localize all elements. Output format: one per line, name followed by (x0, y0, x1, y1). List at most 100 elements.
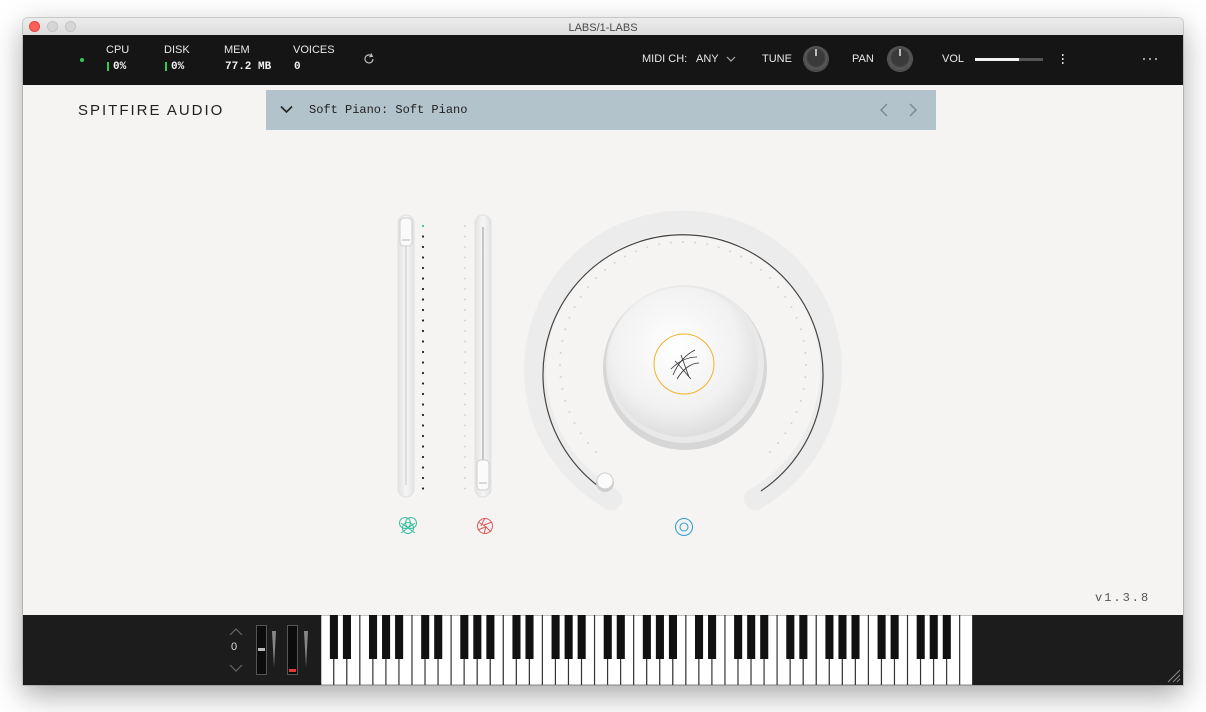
black-key[interactable] (747, 615, 756, 659)
expression-fader[interactable] (464, 214, 492, 498)
scale-dot (421, 434, 425, 438)
black-key[interactable] (395, 615, 404, 659)
black-key[interactable] (564, 615, 573, 659)
scale-dot (464, 340, 466, 343)
dynamics-scale (421, 224, 425, 490)
pitch-wheel-marker (258, 648, 265, 651)
scale-dot (573, 306, 576, 308)
black-key[interactable] (421, 615, 430, 659)
black-key[interactable] (329, 615, 338, 659)
scale-dot (804, 351, 807, 354)
black-key[interactable] (512, 615, 521, 659)
black-key[interactable] (942, 615, 951, 659)
black-key[interactable] (616, 615, 625, 659)
reverb-dial-handle[interactable] (596, 472, 614, 490)
black-key[interactable] (838, 615, 847, 659)
tune-knob-pointer (815, 49, 817, 56)
dynamics-fader-handle[interactable] (399, 217, 413, 247)
black-key[interactable] (577, 615, 586, 659)
scale-dot (784, 295, 787, 298)
scale-dot (760, 268, 762, 271)
dynamics-fader[interactable] (397, 214, 415, 498)
scale-dot (658, 243, 660, 246)
dynamics-icon[interactable] (399, 517, 417, 534)
black-key[interactable] (668, 615, 677, 659)
black-key[interactable] (734, 615, 743, 659)
scale-dot (624, 255, 626, 258)
octave-up-icon[interactable] (229, 627, 243, 636)
scale-dot (421, 371, 425, 375)
black-key[interactable] (708, 615, 717, 659)
scale-dot (464, 277, 466, 280)
scale-dot (421, 319, 425, 322)
black-key[interactable] (799, 615, 808, 659)
black-key[interactable] (525, 615, 534, 659)
white-key[interactable] (959, 615, 973, 685)
volume-slider-fill (975, 58, 1019, 61)
scale-dot (682, 241, 684, 243)
pan-knob[interactable] (888, 47, 912, 71)
black-key[interactable] (551, 615, 560, 659)
octave-down-icon[interactable] (229, 664, 243, 673)
pitch-wheel-indicator-icon (272, 631, 276, 667)
black-key[interactable] (434, 615, 443, 659)
expression-scale (464, 225, 466, 490)
scale-dot (790, 422, 793, 424)
scale-dot (421, 382, 425, 385)
volume-slider[interactable] (975, 58, 1043, 61)
more-icon[interactable] (1142, 57, 1158, 61)
black-key[interactable] (825, 615, 834, 659)
scale-dot (464, 225, 466, 227)
black-key[interactable] (786, 615, 795, 659)
chevron-down-icon[interactable] (726, 56, 736, 63)
black-key[interactable] (929, 615, 938, 659)
tune-knob[interactable] (804, 47, 828, 71)
scale-dot (464, 414, 466, 416)
scale-dot (421, 413, 425, 417)
black-key[interactable] (760, 615, 769, 659)
reverb-dial[interactable] (524, 210, 842, 510)
expression-icon[interactable] (477, 517, 493, 535)
volume-meter-icon (1062, 54, 1064, 64)
keyboard-bar: 0 (23, 615, 1183, 685)
minimize-window-button[interactable] (47, 21, 58, 32)
cpu-meter (107, 62, 109, 71)
scale-dot (595, 277, 597, 279)
plugin-window: LABS/1-LABS CPU 0% DISK 0% MEM 77.2 MB V… (23, 18, 1183, 685)
mod-wheel[interactable] (287, 625, 298, 675)
pitch-wheel[interactable] (256, 625, 267, 675)
scale-dot (559, 351, 562, 354)
controls-panel (397, 210, 842, 537)
black-key[interactable] (694, 615, 704, 659)
resize-handle-icon[interactable] (1165, 667, 1181, 683)
reverb-dial-knob[interactable] (608, 287, 758, 437)
black-key[interactable] (342, 615, 351, 659)
black-key[interactable] (486, 615, 495, 659)
black-key[interactable] (655, 615, 664, 659)
mod-wheel-indicator-icon (304, 631, 308, 667)
scale-dot (421, 455, 425, 459)
black-key[interactable] (916, 615, 925, 659)
voices-label: VOICES (293, 44, 335, 56)
scale-dot (706, 243, 708, 246)
black-key[interactable] (877, 615, 886, 659)
black-key[interactable] (368, 615, 378, 659)
close-window-button[interactable] (29, 21, 40, 32)
scale-dot (784, 432, 787, 435)
midi-channel-value[interactable]: ANY (696, 53, 719, 65)
black-key[interactable] (460, 615, 469, 659)
reload-icon[interactable] (362, 52, 376, 66)
pan-label: PAN (852, 53, 874, 65)
zoom-window-button[interactable] (65, 21, 76, 32)
black-key[interactable] (642, 615, 651, 659)
scale-dot (421, 298, 425, 301)
black-key[interactable] (851, 615, 860, 659)
piano-keyboard[interactable] (321, 615, 973, 685)
black-key[interactable] (890, 615, 899, 659)
black-key[interactable] (603, 615, 612, 659)
black-key[interactable] (382, 615, 391, 659)
expression-fader-handle[interactable] (476, 459, 490, 491)
scale-dot (777, 442, 780, 444)
black-key[interactable] (473, 615, 482, 659)
reverb-icon[interactable] (674, 517, 694, 537)
